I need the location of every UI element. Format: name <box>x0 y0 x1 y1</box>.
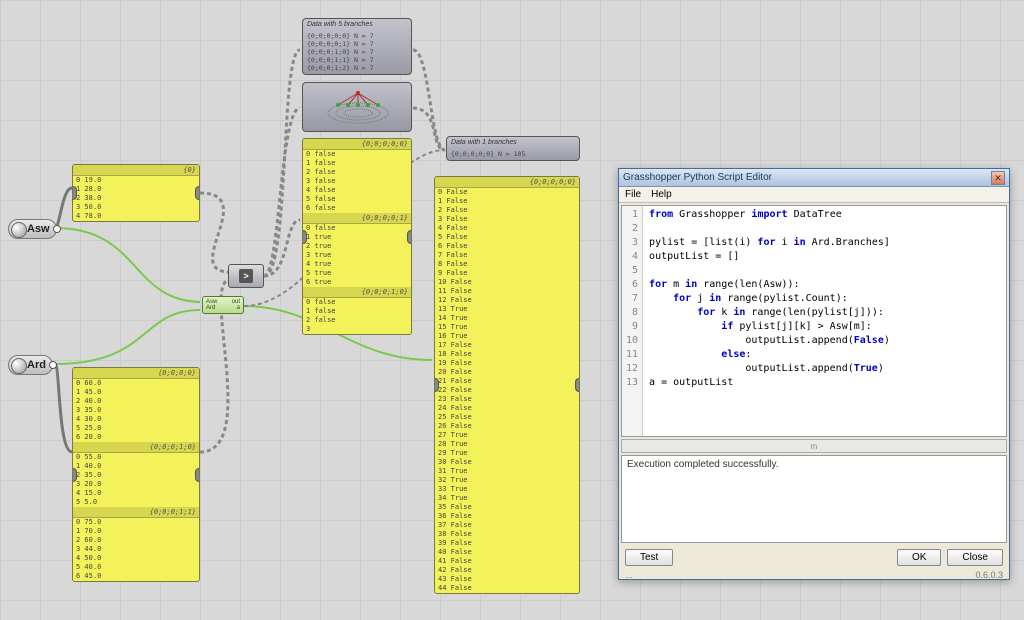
panel-header: {0;0;0;1;1} <box>73 507 199 518</box>
larger-than-icon: > <box>239 269 253 283</box>
editor-title: Grasshopper Python Script Editor <box>623 172 991 183</box>
panel-output-list[interactable]: {0;0;0;0;0} 0 False1 False2 False3 False… <box>434 176 580 594</box>
panel-ard[interactable]: {0;0;0;0} 0 60.01 45.02 40.03 35.04 30.0… <box>72 367 200 582</box>
param-asw[interactable]: Asw <box>8 219 57 239</box>
editor-button-row: Test OK Close <box>619 545 1009 570</box>
panel-header: {0;0;0;1;0} <box>73 442 199 453</box>
code-text[interactable]: from Grasshopper import DataTree pylist … <box>643 206 1006 436</box>
component-paramviewer-5[interactable]: Data with 5 branches {0;0;0;0;0} N = 7{0… <box>302 18 412 75</box>
scrollbar-horizontal[interactable]: m <box>621 439 1007 453</box>
panel-asw[interactable]: {0} 0 19.01 28.02 38.03 50.04 78.0 <box>72 164 200 222</box>
close-icon[interactable]: ✕ <box>991 171 1005 185</box>
version-label: 0.6.0.3 <box>975 570 1003 580</box>
menu-ellipsis[interactable]: ... <box>625 570 633 580</box>
editor-menubar: File Help <box>619 187 1009 203</box>
menu-help[interactable]: Help <box>651 189 672 200</box>
editor-footer: ... 0.6.0.3 <box>619 570 1009 584</box>
param-ard[interactable]: Ard <box>8 355 53 375</box>
panel-compare-result[interactable]: {0;0;0;0;0} 0 false1 false2 false3 false… <box>302 138 412 335</box>
panel-header: {0} <box>73 165 199 176</box>
component-larger-than[interactable]: > <box>228 264 264 288</box>
callout-lines <box>0 0 300 150</box>
close-button[interactable]: Close <box>947 549 1003 566</box>
status-text: Execution completed successfully. <box>627 459 779 470</box>
tree-graph-icon <box>303 83 413 133</box>
output-pane: Execution completed successfully. <box>621 455 1007 543</box>
panel-body: 0 19.01 28.02 38.03 50.04 78.0 <box>73 176 199 221</box>
code-area[interactable]: 1 2 3 4 5 6 7 8 9 10 11 12 13 from Grass… <box>621 205 1007 437</box>
param-label: Asw <box>27 223 50 235</box>
test-button[interactable]: Test <box>625 549 673 566</box>
panel-header: {0;0;0;0} <box>73 368 199 379</box>
line-gutter: 1 2 3 4 5 6 7 8 9 10 11 12 13 <box>622 206 643 436</box>
ok-button[interactable]: OK <box>897 549 941 566</box>
param-label: Ard <box>27 359 46 371</box>
editor-titlebar[interactable]: Grasshopper Python Script Editor ✕ <box>619 169 1009 187</box>
component-paramviewer-1[interactable]: Data with 1 branches {0;0;0;0;0} N = 105 <box>446 136 580 161</box>
component-title: Data with 5 branches <box>303 19 411 30</box>
component-tree-graph[interactable] <box>302 82 412 132</box>
python-editor-window[interactable]: Grasshopper Python Script Editor ✕ File … <box>618 168 1010 580</box>
menu-file[interactable]: File <box>625 189 641 200</box>
component-ghpython[interactable]: Asw out Ard a <box>202 296 244 314</box>
